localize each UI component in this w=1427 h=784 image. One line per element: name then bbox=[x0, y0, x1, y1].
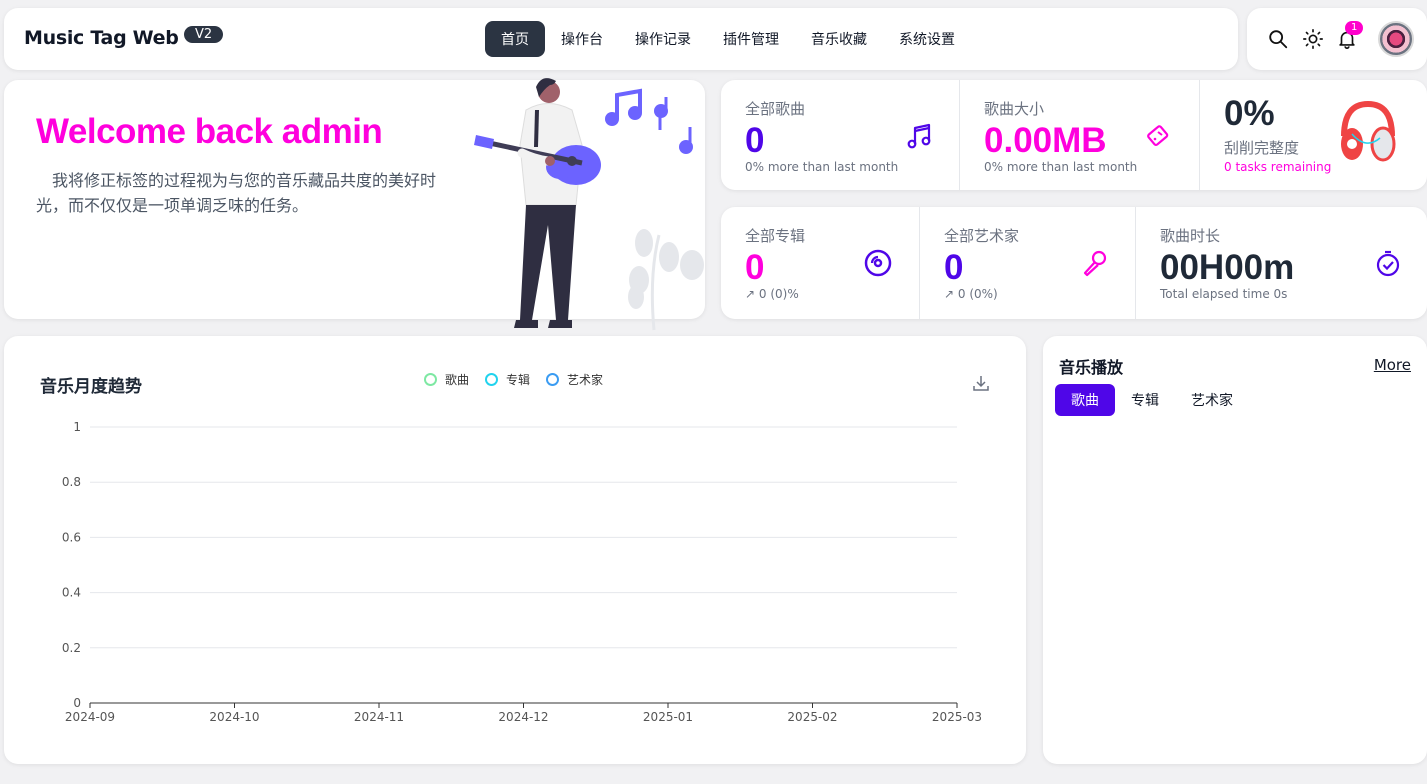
y-tick-label: 0.6 bbox=[62, 530, 81, 544]
notification-badge: 1 bbox=[1345, 21, 1364, 35]
x-tick-label: 2025-02 bbox=[787, 710, 837, 724]
timer-check-icon bbox=[1376, 250, 1400, 277]
y-tick-label: 0 bbox=[73, 696, 81, 710]
stat-all-artists[interactable]: 全部艺术家 0 ↗ 0 (0%) bbox=[920, 207, 1135, 319]
x-tick-label: 2025-01 bbox=[643, 710, 693, 724]
stat-song-size[interactable]: 歌曲大小 0.00MB 0% more than last month bbox=[960, 80, 1199, 190]
monthly-trend-card: 音乐月度趋势 歌曲 专辑 艺术家 0 0.2 0.4 0.6 0.8 1 2024-09 20… bbox=[4, 336, 1026, 764]
stat-song-duration[interactable]: 歌曲时长 00H00m Total elapsed time 0s bbox=[1136, 207, 1427, 319]
main-nav: 首页 操作台 操作记录 插件管理 音乐收藏 系统设置 bbox=[485, 21, 971, 57]
stat-label: 歌曲时长 bbox=[1160, 227, 1221, 245]
welcome-title: Welcome back admin bbox=[36, 112, 383, 151]
x-tick-label: 2024-09 bbox=[65, 710, 115, 724]
stat-value: 0 bbox=[944, 248, 964, 287]
microphone-icon bbox=[1083, 250, 1107, 277]
stat-sub: 0 tasks remaining bbox=[1224, 160, 1332, 174]
stats-row-2: 全部专辑 0 ↗ 0 (0)% 全部艺术家 0 ↗ 0 (0%) 歌曲时长 00… bbox=[721, 207, 1427, 319]
monthly-trend-chart: 0 0.2 0.4 0.6 0.8 1 2024-09 2024-10 2024-11 2024-… bbox=[62, 420, 982, 724]
stat-sub: ↗ 0 (0%) bbox=[944, 287, 998, 301]
y-tick-label: 0.2 bbox=[62, 641, 81, 655]
music-play-title: 音乐播放 bbox=[1059, 358, 1124, 377]
x-tick-label: 2024-10 bbox=[209, 710, 259, 724]
nav-plugins[interactable]: 插件管理 bbox=[707, 21, 795, 57]
nav-system-settings[interactable]: 系统设置 bbox=[883, 21, 971, 57]
header-toolbar: 1 bbox=[1247, 8, 1427, 70]
version-badge: V2 bbox=[184, 26, 224, 43]
music-play-card: 音乐播放 More 歌曲 专辑 艺术家 bbox=[1043, 336, 1427, 764]
headphones-icon bbox=[1341, 100, 1396, 162]
avatar[interactable] bbox=[1378, 21, 1414, 57]
stat-sub: Total elapsed time 0s bbox=[1160, 287, 1288, 301]
y-tick-label: 1 bbox=[73, 420, 81, 434]
stat-value: 0 bbox=[745, 248, 765, 287]
storage-drive-icon bbox=[1147, 125, 1169, 147]
stat-scrape-completeness[interactable]: 0% 刮削完整度 0 tasks remaining bbox=[1200, 80, 1427, 190]
nav-operation-log[interactable]: 操作记录 bbox=[619, 21, 707, 57]
stat-label: 全部艺术家 bbox=[944, 227, 1020, 245]
sun-theme-icon[interactable] bbox=[1302, 28, 1324, 50]
stat-sub: ↗ 0 (0)% bbox=[745, 287, 799, 301]
brand-title[interactable]: Music Tag Web bbox=[24, 27, 179, 49]
stat-value: 0.00MB bbox=[984, 121, 1107, 160]
stat-label: 全部专辑 bbox=[745, 227, 806, 245]
search-icon[interactable] bbox=[1267, 28, 1289, 50]
stat-label: 歌曲大小 bbox=[984, 100, 1045, 118]
nav-home[interactable]: 首页 bbox=[485, 21, 545, 57]
stat-label: 刮削完整度 bbox=[1224, 139, 1300, 157]
guitarist-illustration bbox=[474, 78, 704, 331]
stat-all-albums[interactable]: 全部专辑 0 ↗ 0 (0)% bbox=[721, 207, 919, 319]
stat-label: 全部歌曲 bbox=[745, 100, 806, 118]
x-tick-label: 2025-03 bbox=[932, 710, 982, 724]
x-tick-label: 2024-11 bbox=[354, 710, 404, 724]
tab-songs[interactable]: 歌曲 bbox=[1055, 384, 1115, 416]
tab-artists[interactable]: 艺术家 bbox=[1175, 384, 1249, 416]
stats-row-1: 全部歌曲 0 0% more than last month 歌曲大小 0.00… bbox=[721, 80, 1427, 190]
stat-sub: 0% more than last month bbox=[745, 160, 899, 174]
top-navbar: Music Tag Web V2 首页 操作台 操作记录 插件管理 音乐收藏 系… bbox=[4, 8, 1238, 70]
music-note-icon bbox=[907, 123, 931, 149]
x-tick-label: 2024-12 bbox=[498, 710, 548, 724]
stat-all-songs[interactable]: 全部歌曲 0 0% more than last month bbox=[721, 80, 959, 190]
y-tick-label: 0.4 bbox=[62, 586, 81, 600]
nav-music-favorites[interactable]: 音乐收藏 bbox=[795, 21, 883, 57]
stat-value: 00H00m bbox=[1160, 248, 1295, 287]
more-link[interactable]: More bbox=[1374, 356, 1411, 374]
tab-albums[interactable]: 专辑 bbox=[1115, 384, 1175, 416]
y-tick-label: 0.8 bbox=[62, 475, 81, 489]
disc-icon bbox=[864, 249, 892, 277]
welcome-card: Welcome back admin 我将修正标签的过程视为与您的音乐藏品共度的… bbox=[4, 78, 705, 331]
play-tabs: 歌曲 专辑 艺术家 bbox=[1055, 384, 1249, 416]
stat-value: 0% bbox=[1224, 94, 1275, 133]
nav-console[interactable]: 操作台 bbox=[545, 21, 619, 57]
stat-sub: 0% more than last month bbox=[984, 160, 1138, 174]
stat-value: 0 bbox=[745, 121, 765, 160]
welcome-description: 我将修正标签的过程视为与您的音乐藏品共度的美好时光，而不仅仅是一项单调乏味的任务… bbox=[36, 171, 437, 215]
